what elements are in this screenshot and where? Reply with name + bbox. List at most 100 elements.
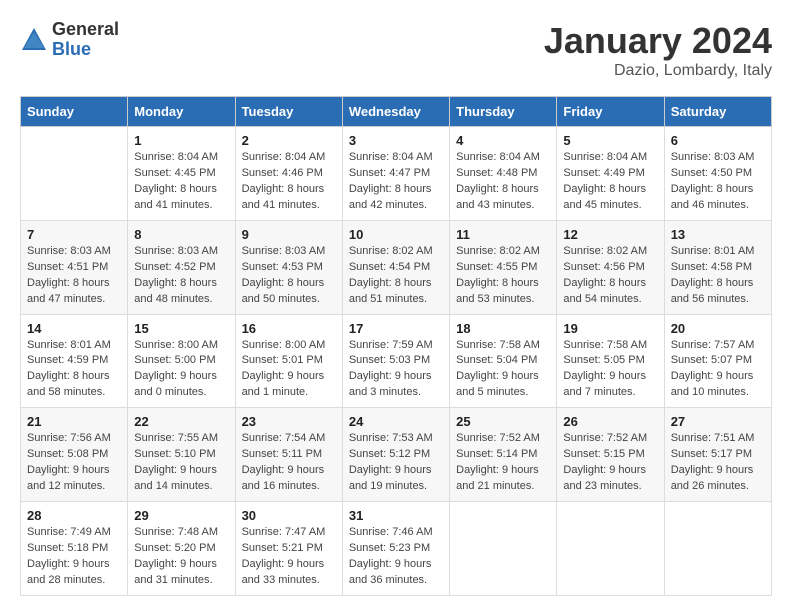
day-detail: Sunrise: 8:04 AMSunset: 4:45 PMDaylight:… [134, 150, 228, 214]
col-header-wednesday: Wednesday [342, 97, 449, 127]
day-number: 11 [456, 227, 550, 242]
day-cell: 17 Sunrise: 7:59 AMSunset: 5:03 PMDayligh… [342, 314, 449, 408]
day-number: 18 [456, 321, 550, 336]
day-detail: Sunrise: 8:02 AMSunset: 4:54 PMDaylight:… [349, 244, 443, 308]
day-detail: Sunrise: 7:49 AMSunset: 5:18 PMDaylight:… [27, 525, 121, 589]
day-cell: 12 Sunrise: 8:02 AMSunset: 4:56 PMDayligh… [557, 220, 664, 314]
day-number: 8 [134, 227, 228, 242]
day-cell: 22 Sunrise: 7:55 AMSunset: 5:10 PMDayligh… [128, 408, 235, 502]
day-cell [450, 502, 557, 596]
week-row-4: 21 Sunrise: 7:56 AMSunset: 5:08 PMDayligh… [21, 408, 772, 502]
day-cell: 5Sunrise: 8:04 AMSunset: 4:49 PMDaylight… [557, 127, 664, 221]
day-number: 19 [563, 321, 657, 336]
day-detail: Sunrise: 8:00 AMSunset: 5:00 PMDaylight:… [134, 338, 228, 402]
day-cell [21, 127, 128, 221]
day-detail: Sunrise: 8:00 AMSunset: 5:01 PMDaylight:… [242, 338, 336, 402]
day-cell: 3 Sunrise: 8:04 AMSunset: 4:47 PMDaylight… [342, 127, 449, 221]
day-cell: 6 Sunrise: 8:03 AMSunset: 4:50 PMDaylight… [664, 127, 771, 221]
day-detail: Sunrise: 7:54 AMSunset: 5:11 PMDaylight:… [242, 431, 336, 495]
header-row: SundayMondayTuesdayWednesdayThursdayFrid… [21, 97, 772, 127]
day-detail: Sunrise: 7:57 AMSunset: 5:07 PMDaylight:… [671, 338, 765, 402]
page-header: General Blue January 2024 Dazio, Lombard… [20, 20, 772, 80]
week-row-3: 14 Sunrise: 8:01 AMSunset: 4:59 PMDayligh… [21, 314, 772, 408]
title-block: January 2024 Dazio, Lombardy, Italy [544, 20, 772, 80]
day-detail: Sunrise: 7:56 AMSunset: 5:08 PMDaylight:… [27, 431, 121, 495]
day-number: 27 [671, 414, 765, 429]
day-detail: Sunrise: 7:52 AMSunset: 5:15 PMDaylight:… [563, 431, 657, 495]
day-cell: 25Sunrise: 7:52 AMSunset: 5:14 PMDayligh… [450, 408, 557, 502]
day-cell [664, 502, 771, 596]
day-cell: 10 Sunrise: 8:02 AMSunset: 4:54 PMDayligh… [342, 220, 449, 314]
day-number: 10 [349, 227, 443, 242]
day-number: 21 [27, 414, 121, 429]
day-detail: Sunrise: 7:47 AMSunset: 5:21 PMDaylight:… [242, 525, 336, 589]
day-detail: Sunrise: 8:04 AMSunset: 4:47 PMDaylight:… [349, 150, 443, 214]
week-row-1: 1 Sunrise: 8:04 AMSunset: 4:45 PMDaylight… [21, 127, 772, 221]
day-cell: 11 Sunrise: 8:02 AMSunset: 4:55 PMDayligh… [450, 220, 557, 314]
day-number: 23 [242, 414, 336, 429]
day-detail: Sunrise: 8:02 AMSunset: 4:56 PMDaylight:… [563, 244, 657, 308]
day-number: 13 [671, 227, 765, 242]
day-detail: Sunrise: 8:02 AMSunset: 4:55 PMDaylight:… [456, 244, 550, 308]
day-cell: 27 Sunrise: 7:51 AMSunset: 5:17 PMDayligh… [664, 408, 771, 502]
day-number: 9 [242, 227, 336, 242]
col-header-tuesday: Tuesday [235, 97, 342, 127]
day-cell: 8 Sunrise: 8:03 AMSunset: 4:52 PMDaylight… [128, 220, 235, 314]
day-cell: 14 Sunrise: 8:01 AMSunset: 4:59 PMDayligh… [21, 314, 128, 408]
col-header-thursday: Thursday [450, 97, 557, 127]
day-detail: Sunrise: 8:04 AMSunset: 4:46 PMDaylight:… [242, 150, 336, 214]
day-detail: Sunrise: 7:58 AMSunset: 5:05 PMDaylight:… [563, 338, 657, 402]
day-detail: Sunrise: 7:46 AMSunset: 5:23 PMDaylight:… [349, 525, 443, 589]
day-cell: 19 Sunrise: 7:58 AMSunset: 5:05 PMDayligh… [557, 314, 664, 408]
day-number: 17 [349, 321, 443, 336]
day-cell: 7Sunrise: 8:03 AMSunset: 4:51 PMDaylight… [21, 220, 128, 314]
day-detail: Sunrise: 8:03 AMSunset: 4:52 PMDaylight:… [134, 244, 228, 308]
day-cell: 16 Sunrise: 8:00 AMSunset: 5:01 PMDayligh… [235, 314, 342, 408]
day-cell: 26 Sunrise: 7:52 AMSunset: 5:15 PMDayligh… [557, 408, 664, 502]
day-number: 25 [456, 414, 550, 429]
day-detail: Sunrise: 8:03 AMSunset: 4:50 PMDaylight:… [671, 150, 765, 214]
col-header-friday: Friday [557, 97, 664, 127]
logo-blue-text: Blue [52, 40, 119, 60]
day-number: 26 [563, 414, 657, 429]
day-number: 1 [134, 133, 228, 148]
month-title: January 2024 [544, 20, 772, 62]
day-number: 12 [563, 227, 657, 242]
day-cell: 13 Sunrise: 8:01 AMSunset: 4:58 PMDayligh… [664, 220, 771, 314]
day-cell: 20Sunrise: 7:57 AMSunset: 5:07 PMDayligh… [664, 314, 771, 408]
day-cell: 29Sunrise: 7:48 AMSunset: 5:20 PMDayligh… [128, 502, 235, 596]
day-cell: 24Sunrise: 7:53 AMSunset: 5:12 PMDayligh… [342, 408, 449, 502]
col-header-saturday: Saturday [664, 97, 771, 127]
day-number: 28 [27, 508, 121, 523]
day-detail: Sunrise: 7:55 AMSunset: 5:10 PMDaylight:… [134, 431, 228, 495]
day-cell: 21 Sunrise: 7:56 AMSunset: 5:08 PMDayligh… [21, 408, 128, 502]
day-cell: 1 Sunrise: 8:04 AMSunset: 4:45 PMDaylight… [128, 127, 235, 221]
day-detail: Sunrise: 8:01 AMSunset: 4:58 PMDaylight:… [671, 244, 765, 308]
day-number: 14 [27, 321, 121, 336]
day-cell: 28 Sunrise: 7:49 AMSunset: 5:18 PMDayligh… [21, 502, 128, 596]
day-detail: Sunrise: 7:51 AMSunset: 5:17 PMDaylight:… [671, 431, 765, 495]
day-detail: Sunrise: 8:03 AMSunset: 4:53 PMDaylight:… [242, 244, 336, 308]
day-number: 7 [27, 227, 121, 242]
day-number: 6 [671, 133, 765, 148]
col-header-monday: Monday [128, 97, 235, 127]
day-cell: 4Sunrise: 8:04 AMSunset: 4:48 PMDaylight… [450, 127, 557, 221]
day-cell: 23 Sunrise: 7:54 AMSunset: 5:11 PMDayligh… [235, 408, 342, 502]
day-detail: Sunrise: 7:59 AMSunset: 5:03 PMDaylight:… [349, 338, 443, 402]
col-header-sunday: Sunday [21, 97, 128, 127]
day-cell: 31Sunrise: 7:46 AMSunset: 5:23 PMDayligh… [342, 502, 449, 596]
logo-general-text: General [52, 20, 119, 40]
day-detail: Sunrise: 8:04 AMSunset: 4:49 PMDaylight:… [563, 150, 657, 214]
day-number: 22 [134, 414, 228, 429]
day-number: 16 [242, 321, 336, 336]
day-cell: 15 Sunrise: 8:00 AMSunset: 5:00 PMDayligh… [128, 314, 235, 408]
logo: General Blue [20, 20, 119, 60]
day-cell [557, 502, 664, 596]
day-cell: 9 Sunrise: 8:03 AMSunset: 4:53 PMDaylight… [235, 220, 342, 314]
calendar-table: SundayMondayTuesdayWednesdayThursdayFrid… [20, 96, 772, 596]
day-number: 24 [349, 414, 443, 429]
day-number: 3 [349, 133, 443, 148]
day-cell: 18Sunrise: 7:58 AMSunset: 5:04 PMDayligh… [450, 314, 557, 408]
day-number: 15 [134, 321, 228, 336]
day-detail: Sunrise: 8:01 AMSunset: 4:59 PMDaylight:… [27, 338, 121, 402]
